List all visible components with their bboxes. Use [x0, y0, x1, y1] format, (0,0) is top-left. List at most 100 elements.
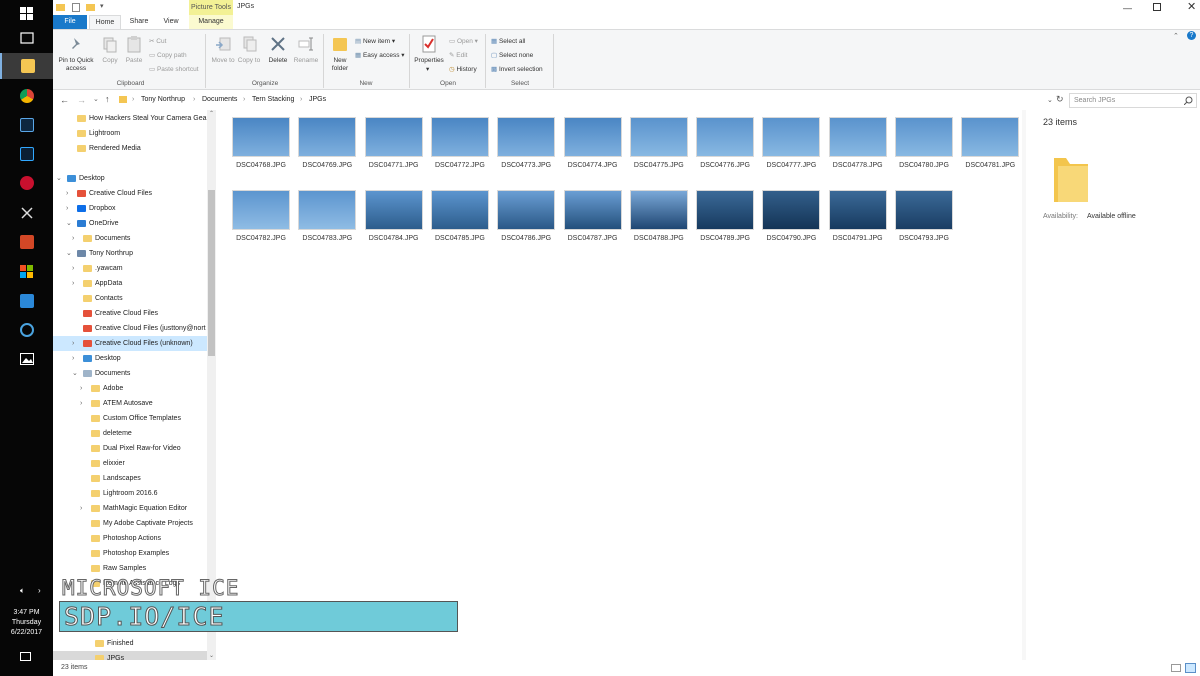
- file-item[interactable]: DSC04781.JPG: [957, 116, 1023, 178]
- refresh-icon[interactable]: ↻: [1056, 94, 1064, 105]
- scroll-up-icon[interactable]: ⌃: [209, 110, 214, 117]
- tab-file[interactable]: File: [53, 15, 87, 29]
- expand-chevron-icon[interactable]: ⌄: [66, 246, 72, 261]
- nav-item[interactable]: elixxier: [53, 456, 208, 471]
- up-arrow-icon[interactable]: ↑: [105, 94, 110, 104]
- nav-item[interactable]: Lightroom: [53, 126, 208, 141]
- taskbar-lightroom[interactable]: [8, 112, 45, 138]
- taskbar-paint[interactable]: [8, 288, 45, 314]
- help-icon[interactable]: ?: [1187, 31, 1196, 40]
- select-all-button[interactable]: ▦ Select all: [491, 37, 525, 45]
- copy-path-button[interactable]: ▭ Copy path: [149, 51, 187, 59]
- content-scrollbar[interactable]: [1022, 110, 1026, 660]
- nav-item[interactable]: › Desktop: [53, 351, 208, 366]
- recent-locations-icon[interactable]: ⌄: [93, 95, 99, 103]
- history-button[interactable]: ◷ History: [449, 65, 477, 73]
- nav-item[interactable]: › Dropbox: [53, 201, 208, 216]
- file-item[interactable]: DSC04793.JPG: [891, 189, 957, 251]
- collapse-chevron-icon[interactable]: ›: [72, 261, 74, 276]
- delete-button[interactable]: Delete: [265, 32, 291, 78]
- nav-item[interactable]: Lightroom 2016.6: [53, 486, 208, 501]
- crumb-separator-icon[interactable]: ›: [132, 96, 134, 103]
- crumb-jpgs[interactable]: JPGs: [309, 96, 326, 103]
- file-item[interactable]: DSC04785.JPG: [427, 189, 493, 251]
- properties-qat-icon[interactable]: [72, 3, 80, 12]
- crumb-separator-icon[interactable]: ›: [193, 96, 195, 103]
- file-item[interactable]: DSC04775.JPG: [626, 116, 692, 178]
- search-box[interactable]: Search JPGs: [1069, 93, 1197, 108]
- nav-item[interactable]: Contacts: [53, 291, 208, 306]
- nav-item[interactable]: How Hackers Steal Your Camera Gear: [53, 111, 208, 126]
- tab-share[interactable]: Share: [125, 15, 153, 29]
- taskbar-app-red[interactable]: [8, 170, 45, 196]
- file-item[interactable]: DSC04783.JPG: [294, 189, 360, 251]
- nav-item[interactable]: Rendered Media: [53, 141, 208, 156]
- file-item[interactable]: DSC04771.JPG: [361, 116, 427, 178]
- nav-item[interactable]: › AppData: [53, 276, 208, 291]
- taskbar-photos[interactable]: [8, 346, 45, 372]
- properties-button[interactable]: Properties ▾: [413, 32, 445, 78]
- nav-item[interactable]: ⌄ Documents: [53, 366, 208, 381]
- collapse-chevron-icon[interactable]: ›: [72, 351, 74, 366]
- new-folder-button[interactable]: New folder: [327, 32, 353, 78]
- nav-scroll-thumb[interactable]: [208, 190, 215, 356]
- nav-item[interactable]: Photoshop Actions: [53, 531, 208, 546]
- collapse-chevron-icon[interactable]: ›: [72, 336, 74, 351]
- nav-item[interactable]: Photoshop Examples: [53, 546, 208, 561]
- nav-item[interactable]: Creative Cloud Files: [53, 306, 208, 321]
- back-arrow-icon[interactable]: ←: [60, 95, 69, 105]
- volume-icon[interactable]: 🔈︎: [20, 586, 25, 596]
- taskbar-ice[interactable]: [8, 317, 45, 343]
- taskbar-file-explorer[interactable]: [0, 53, 53, 79]
- scroll-down-icon[interactable]: ⌄: [209, 652, 214, 659]
- file-item[interactable]: DSC04784.JPG: [361, 189, 427, 251]
- file-item[interactable]: DSC04777.JPG: [758, 116, 824, 178]
- tab-manage[interactable]: Manage: [189, 15, 233, 29]
- nav-item[interactable]: Custom Office Templates: [53, 411, 208, 426]
- large-icons-view-icon[interactable]: [1185, 663, 1196, 673]
- crumb-separator-icon[interactable]: ›: [243, 96, 245, 103]
- select-none-button[interactable]: ▢ Select none: [491, 51, 533, 59]
- file-item[interactable]: DSC04768.JPG: [228, 116, 294, 178]
- expand-chevron-icon[interactable]: ⌄: [56, 171, 62, 186]
- collapse-chevron-icon[interactable]: ›: [66, 201, 68, 216]
- clock-time[interactable]: 3:47 PM: [0, 608, 53, 618]
- move-to-button[interactable]: Move to: [211, 32, 235, 78]
- new-item-button[interactable]: ▤ New item ▾: [355, 37, 395, 45]
- nav-item[interactable]: › .yawcam: [53, 261, 208, 276]
- restore-button[interactable]: [1153, 3, 1161, 11]
- collapse-chevron-icon[interactable]: ›: [80, 381, 82, 396]
- expand-chevron-icon[interactable]: ⌄: [66, 216, 72, 231]
- paste-button[interactable]: Paste: [123, 32, 145, 72]
- edit-button[interactable]: ✎ Edit: [449, 51, 467, 59]
- open-button[interactable]: ▭ Open ▾: [449, 37, 478, 45]
- cut-button[interactable]: ✂ Cut: [149, 37, 166, 45]
- nav-item[interactable]: › Creative Cloud Files (unknown): [53, 336, 208, 351]
- forward-arrow-icon[interactable]: →: [77, 95, 86, 105]
- nav-item[interactable]: ⌄ Tony Northrup: [53, 246, 208, 261]
- copy-to-button[interactable]: Copy to: [237, 32, 261, 78]
- collapse-chevron-icon[interactable]: ›: [72, 276, 74, 291]
- notifications-icon[interactable]: [20, 652, 31, 661]
- nav-item[interactable]: ⌄ OneDrive: [53, 216, 208, 231]
- nav-item[interactable]: deleteme: [53, 426, 208, 441]
- file-item[interactable]: DSC04791.JPG: [825, 189, 891, 251]
- nav-item[interactable]: Creative Cloud Files (justtony@nort: [53, 321, 208, 336]
- nav-item[interactable]: Landscapes: [53, 471, 208, 486]
- file-item[interactable]: DSC04778.JPG: [825, 116, 891, 178]
- collapse-chevron-icon[interactable]: ›: [80, 501, 82, 516]
- qat-dropdown-icon[interactable]: ▾: [100, 2, 104, 10]
- copy-button[interactable]: Copy: [99, 32, 121, 72]
- tab-home[interactable]: Home: [89, 15, 121, 29]
- taskbar-powerpoint[interactable]: [8, 229, 45, 255]
- collapse-chevron-icon[interactable]: ›: [66, 186, 68, 201]
- start-button[interactable]: [8, 0, 45, 26]
- easy-access-button[interactable]: ▦ Easy access ▾: [355, 51, 405, 59]
- taskbar-chrome[interactable]: [8, 83, 45, 109]
- collapse-chevron-icon[interactable]: ›: [80, 396, 82, 411]
- file-item[interactable]: DSC04790.JPG: [758, 189, 824, 251]
- file-item[interactable]: DSC04787.JPG: [560, 189, 626, 251]
- file-item[interactable]: DSC04780.JPG: [891, 116, 957, 178]
- minimize-button[interactable]: —: [1123, 3, 1132, 13]
- nav-item[interactable]: › Creative Cloud Files: [53, 186, 208, 201]
